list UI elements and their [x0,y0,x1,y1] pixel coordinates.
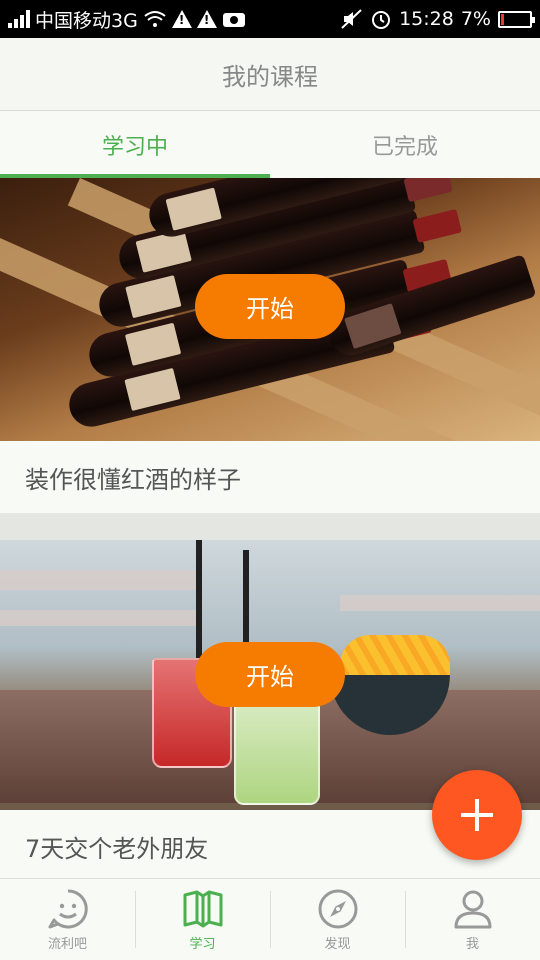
warning-icon [196,10,217,28]
open-book-icon [183,890,222,928]
tab-completed[interactable]: 已完成 [270,111,540,178]
clock-time: 15:28 [399,8,454,30]
tab-in-progress[interactable]: 学习中 [0,111,270,178]
nav-item-community[interactable]: 流利吧 [0,879,135,960]
nav-item-study[interactable]: 学习 [135,879,270,960]
page-title: 我的课程 [222,62,318,91]
nav-item-me[interactable]: 我 [405,879,540,960]
nav-label: 流利吧 [47,937,87,952]
carrier-name: 中国移动3G [35,9,138,32]
nav-item-discover[interactable]: 发现 [270,879,405,960]
status-bar: 中国移动3G 15:28 7% [0,0,540,38]
course-image-wine-bottles: 开始 [0,178,540,441]
wifi-icon [144,11,166,27]
battery-icon [498,10,535,28]
start-button[interactable]: 开始 [195,274,345,339]
alarm-clock-icon [372,11,391,29]
camera-icon [222,13,245,27]
nav-label: 我 [465,937,479,952]
plus-icon [461,799,493,831]
nav-label: 发现 [324,937,351,952]
signal-strength-icon [8,10,30,28]
bottom-navigation: 流利吧 学习 发现 我 [0,878,540,960]
course-tabs: 学习中 已完成 [0,111,540,178]
start-button[interactable]: 开始 [195,642,345,707]
course-title: 装作很懂红酒的样子 [25,465,241,494]
nav-label: 学习 [189,937,216,952]
page-header: 我的课程 [0,38,540,111]
app-screen: 中国移动3G 15:28 7% [0,0,540,960]
compass-icon [318,889,357,929]
course-card-wine[interactable]: 开始 装作很懂红酒的样子 [0,178,540,513]
course-image-cocktails: 开始 [0,540,540,810]
add-course-button[interactable] [432,770,522,860]
smiley-face-icon [48,889,88,929]
mute-icon [341,9,362,29]
battery-percent: 7% [460,8,491,30]
user-icon [454,890,491,929]
warning-icon [171,10,192,28]
